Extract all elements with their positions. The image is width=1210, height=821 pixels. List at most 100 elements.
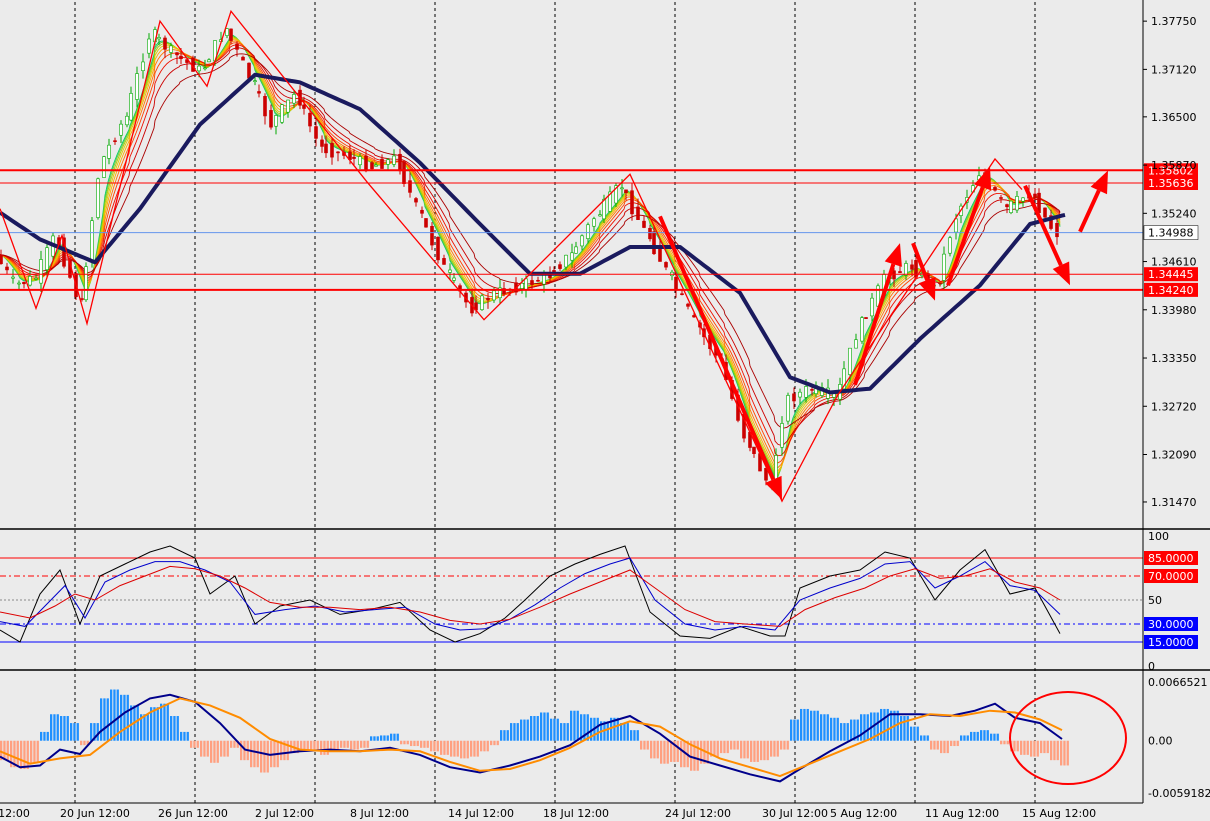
macd-hist-bar <box>126 694 129 741</box>
macd-hist-bar <box>6 740 9 761</box>
candle-body <box>520 282 524 289</box>
macd-hist-bar <box>353 740 356 750</box>
macd-hist-bar <box>483 740 486 752</box>
macd-hist-bar <box>833 717 836 741</box>
macd-hist-bar <box>440 740 443 755</box>
candle-body <box>993 187 997 191</box>
macd-hist-bar <box>836 717 839 741</box>
macd-hist-bar <box>880 708 883 741</box>
macd-hist-bar <box>506 730 509 741</box>
macd-hist-bar <box>423 740 426 748</box>
macd-hist-bar <box>973 731 976 741</box>
macd-hist-bar <box>940 740 943 754</box>
macd-hist-bar <box>480 740 483 752</box>
candle-body <box>96 178 100 218</box>
macd-hist-bar <box>526 719 529 741</box>
macd-hist-bar <box>223 740 226 757</box>
macd-hist-bar <box>76 723 79 741</box>
macd-hist-bar <box>986 730 989 741</box>
macd-hist-bar <box>743 740 746 759</box>
macd-hist-bar <box>780 740 783 750</box>
macd-hist-bar <box>123 694 126 741</box>
macd-hist-bar <box>713 740 716 757</box>
macd-hist-bar <box>306 740 309 750</box>
macd-hist-bar <box>910 726 913 741</box>
time-label-5: 14 Jul 12:00 <box>448 807 514 820</box>
macd-hist-bar <box>933 740 936 750</box>
macd-hist-bar <box>200 740 203 757</box>
macd-hist-bar <box>196 740 199 748</box>
macd-hist-bar <box>573 710 576 741</box>
macd-hist-bar <box>1020 740 1023 755</box>
macd-tick-label-1: 0.00 <box>1148 735 1173 748</box>
macd-hist-bar <box>1023 740 1026 755</box>
candle-body <box>141 61 145 71</box>
candle-body <box>398 153 402 172</box>
macd-hist-bar <box>623 723 626 741</box>
candle-body <box>420 209 424 214</box>
macd-hist-bar <box>680 740 683 768</box>
candle-body <box>870 297 874 317</box>
macd-hist-bar <box>726 740 729 754</box>
candle-body <box>274 115 278 127</box>
macd-hist-bar <box>26 740 29 769</box>
candle-body <box>680 293 684 295</box>
time-label-10: 11 Aug 12:00 <box>925 807 999 820</box>
candle-body <box>235 43 239 50</box>
candle-body <box>620 187 624 190</box>
candle-body <box>380 158 384 169</box>
candle-body <box>580 235 584 247</box>
macd-hist-bar <box>516 723 519 741</box>
macd-hist-bar <box>386 735 389 741</box>
macd-hist-bar <box>596 717 599 741</box>
stoch-tick-label-0: 100 <box>1148 530 1169 543</box>
candle-body <box>34 278 38 280</box>
candle-body <box>163 37 167 50</box>
candle-body <box>570 252 574 261</box>
macd-hist-bar <box>1063 740 1066 766</box>
macd-hist-bar <box>456 740 459 757</box>
macd-hist-bar <box>1066 740 1069 766</box>
macd-hist-bar <box>826 714 829 741</box>
macd-hist-bar <box>533 716 536 741</box>
macd-hist-bar <box>413 740 416 747</box>
candle-body <box>1005 204 1009 208</box>
macd-hist-bar <box>226 740 229 757</box>
candle-body <box>910 264 914 270</box>
macd-hist-bar <box>936 740 939 750</box>
candle-body <box>452 277 456 281</box>
macd-hist-bar <box>886 708 889 741</box>
macd-hist-bar <box>416 740 419 747</box>
macd-hist-bar <box>633 730 636 741</box>
macd-hist-bar <box>300 740 303 750</box>
macd-hist-bar <box>143 714 146 741</box>
candle-body <box>147 38 151 54</box>
candle-body <box>938 282 942 285</box>
macd-hist-bar <box>363 740 366 748</box>
macd-hist-bar <box>803 708 806 741</box>
candle-body <box>424 218 428 228</box>
macd-hist-bar <box>990 733 993 741</box>
price-tick-label-3: 1.35870 <box>1151 159 1197 172</box>
macd-tick-label-0: 0.0066521 <box>1148 676 1208 689</box>
macd-hist-bar <box>660 740 663 764</box>
candle-body <box>17 282 21 285</box>
macd-hist-bar <box>100 698 103 741</box>
candle-body <box>904 263 908 276</box>
macd-hist-bar <box>190 740 193 748</box>
price-tick-label-10: 1.31470 <box>1151 496 1197 509</box>
macd-hist-bar <box>656 740 659 759</box>
macd-hist-bar <box>1016 740 1019 752</box>
macd-hist-bar <box>790 719 793 741</box>
macd-hist-bar <box>20 740 23 769</box>
macd-hist-bar <box>950 740 953 747</box>
macd-hist-bar <box>213 740 216 763</box>
macd-hist-bar <box>770 740 773 757</box>
macd-hist-bar <box>3 740 6 761</box>
candle-body <box>102 156 106 178</box>
macd-hist-bar <box>366 740 369 748</box>
candle-body <box>280 104 284 123</box>
candle-body <box>1009 200 1013 213</box>
macd-hist-bar <box>106 698 109 741</box>
candle-body <box>402 161 406 184</box>
